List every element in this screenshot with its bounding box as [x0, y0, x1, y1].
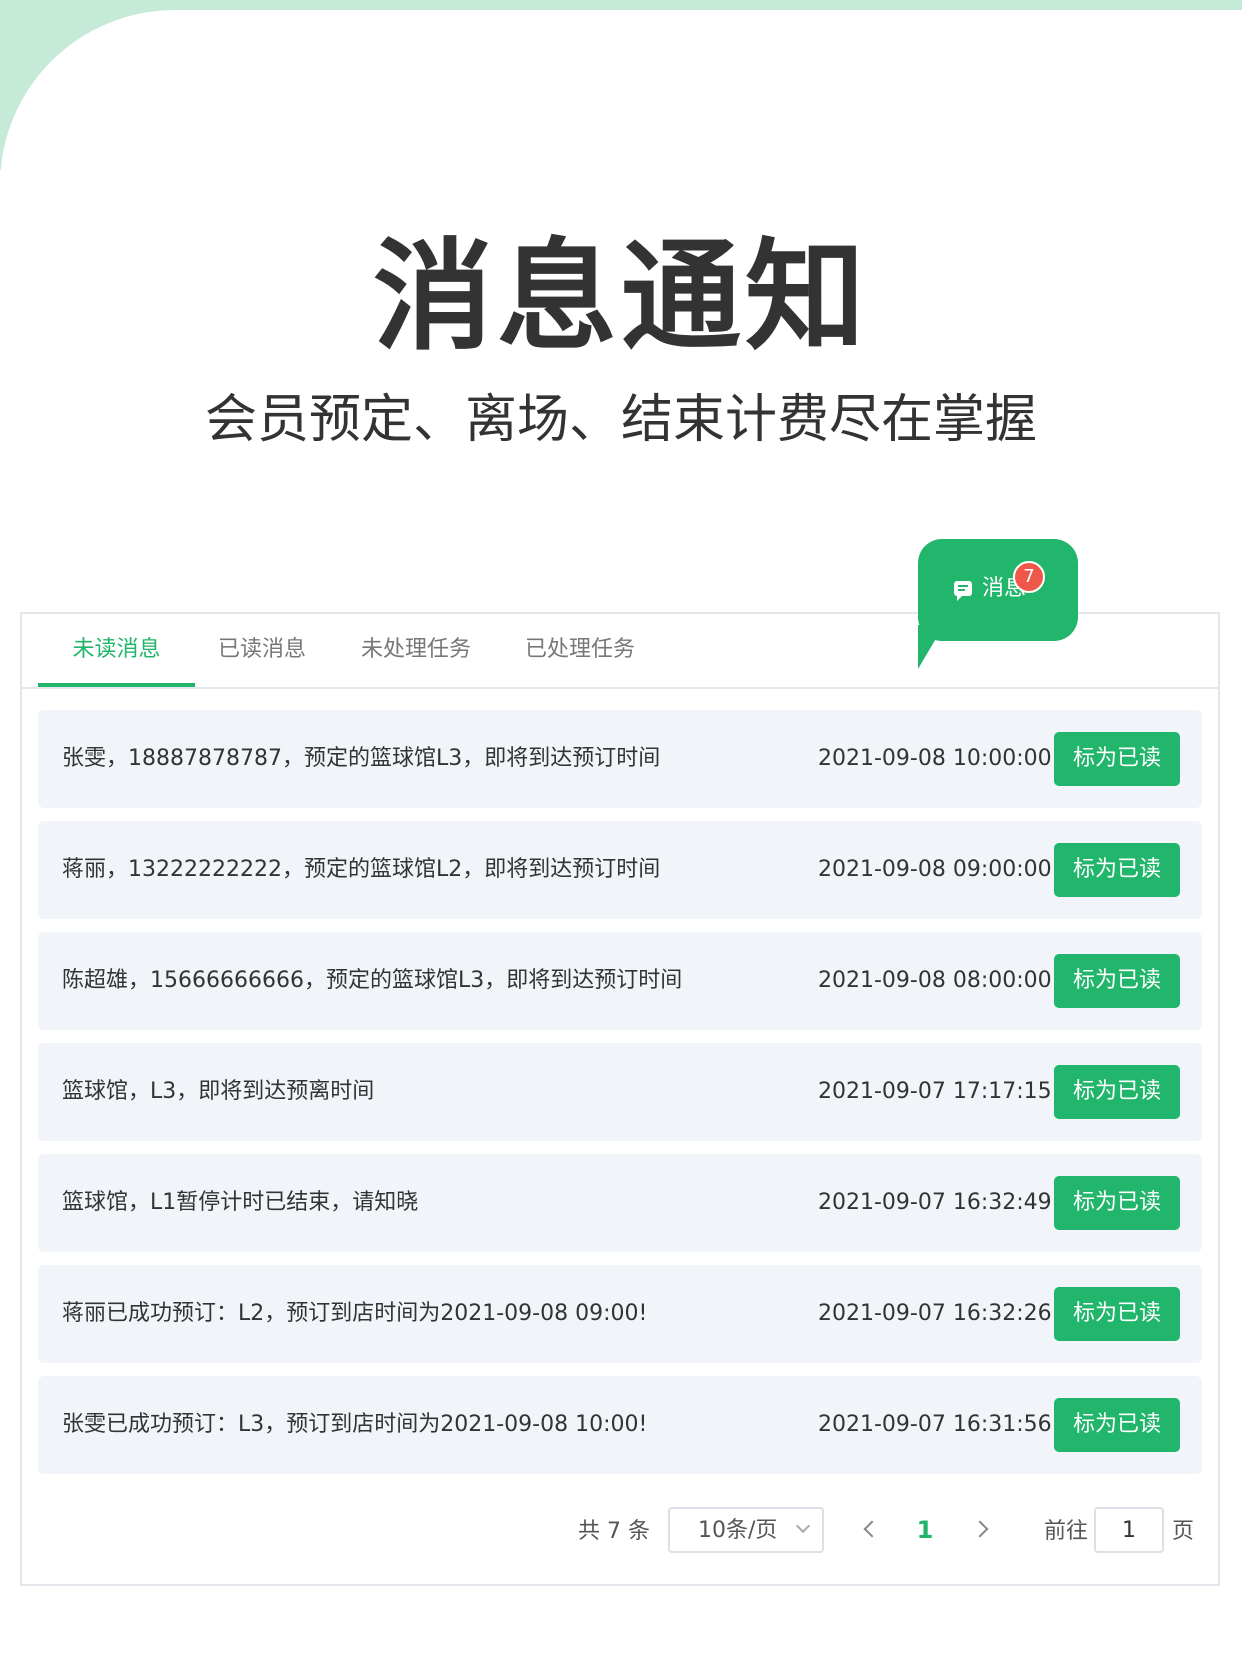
message-list: 张雯，18887878787，预定的篮球馆L3，即将到达预订时间 2021-09… — [38, 710, 1202, 1487]
page-size-value: 10条/页 — [698, 1518, 778, 1543]
message-text: 篮球馆，L3，即将到达预离时间 — [62, 1079, 375, 1104]
mark-read-button[interactable]: 标为已读 — [1054, 843, 1180, 897]
tab-unread-messages[interactable]: 未读消息 — [38, 632, 195, 668]
mark-read-button[interactable]: 标为已读 — [1054, 1065, 1180, 1119]
message-time: 2021-09-08 09:00:00 — [818, 857, 1052, 882]
message-row: 篮球馆，L1暂停计时已结束，请知晓 2021-09-07 16:32:49 标为… — [38, 1154, 1202, 1252]
tab-pending-tasks[interactable]: 未处理任务 — [356, 632, 476, 668]
mark-read-button[interactable]: 标为已读 — [1054, 732, 1180, 786]
message-time: 2021-09-07 16:32:49 — [818, 1190, 1052, 1215]
message-time: 2021-09-07 17:17:15 — [818, 1079, 1052, 1104]
hero-subtitle: 会员预定、离场、结束计费尽在掌握 — [204, 390, 1037, 450]
active-tab-indicator — [38, 683, 195, 687]
message-row: 蒋丽，13222222222，预定的篮球馆L2，即将到达预订时间 2021-09… — [38, 821, 1202, 919]
message-panel: 未读消息 已读消息 未处理任务 已处理任务 张雯，18887878787，预定的… — [20, 612, 1220, 1586]
pagination: 共 7 条 10条/页 1 前往 页 — [22, 1507, 1218, 1557]
message-time: 2021-09-08 08:00:00 — [818, 968, 1052, 993]
chevron-right-icon[interactable] — [971, 1520, 989, 1538]
goto-label: 前往 — [1044, 1519, 1089, 1544]
chevron-left-icon[interactable] — [863, 1520, 881, 1538]
chevron-down-icon — [795, 1518, 811, 1534]
message-row: 陈超雄，15666666666，预定的篮球馆L3，即将到达预订时间 2021-0… — [38, 932, 1202, 1030]
message-text: 蒋丽已成功预订：L2，预订到店时间为2021-09-08 09:00! — [62, 1301, 648, 1326]
message-notification-button[interactable]: 消息 7 — [918, 539, 1078, 641]
message-time: 2021-09-07 16:31:56 — [818, 1412, 1052, 1437]
mark-read-button[interactable]: 标为已读 — [1054, 954, 1180, 1008]
message-icon — [954, 581, 972, 601]
message-row: 张雯，18887878787，预定的篮球馆L3，即将到达预订时间 2021-09… — [38, 710, 1202, 808]
hero-title: 消息通知 — [373, 228, 869, 367]
current-page-number[interactable]: 1 — [910, 1515, 940, 1545]
message-time: 2021-09-08 10:00:00 — [818, 746, 1052, 771]
message-text: 蒋丽，13222222222，预定的篮球馆L2，即将到达预订时间 — [62, 857, 661, 882]
message-time: 2021-09-07 16:32:26 — [818, 1301, 1052, 1326]
tab-completed-tasks[interactable]: 已处理任务 — [520, 632, 640, 668]
message-text: 陈超雄，15666666666，预定的篮球馆L3，即将到达预订时间 — [62, 968, 683, 993]
message-row: 蒋丽已成功预订：L2，预订到店时间为2021-09-08 09:00! 2021… — [38, 1265, 1202, 1363]
goto-page-input[interactable] — [1094, 1507, 1164, 1553]
message-text: 张雯，18887878787，预定的篮球馆L3，即将到达预订时间 — [62, 746, 661, 771]
page-suffix: 页 — [1172, 1519, 1195, 1544]
message-text: 篮球馆，L1暂停计时已结束，请知晓 — [62, 1190, 419, 1215]
mark-read-button[interactable]: 标为已读 — [1054, 1176, 1180, 1230]
page-size-select[interactable]: 10条/页 — [668, 1507, 824, 1553]
message-row: 篮球馆，L3，即将到达预离时间 2021-09-07 17:17:15 标为已读 — [38, 1043, 1202, 1141]
mark-read-button[interactable]: 标为已读 — [1054, 1287, 1180, 1341]
tab-read-messages[interactable]: 已读消息 — [212, 632, 312, 668]
unread-count-badge: 7 — [1013, 561, 1045, 593]
mark-read-button[interactable]: 标为已读 — [1054, 1398, 1180, 1452]
pagination-total: 共 7 条 — [578, 1519, 650, 1544]
message-text: 张雯已成功预订：L3，预订到店时间为2021-09-08 10:00! — [62, 1412, 648, 1437]
message-row: 张雯已成功预订：L3，预订到店时间为2021-09-08 10:00! 2021… — [38, 1376, 1202, 1474]
